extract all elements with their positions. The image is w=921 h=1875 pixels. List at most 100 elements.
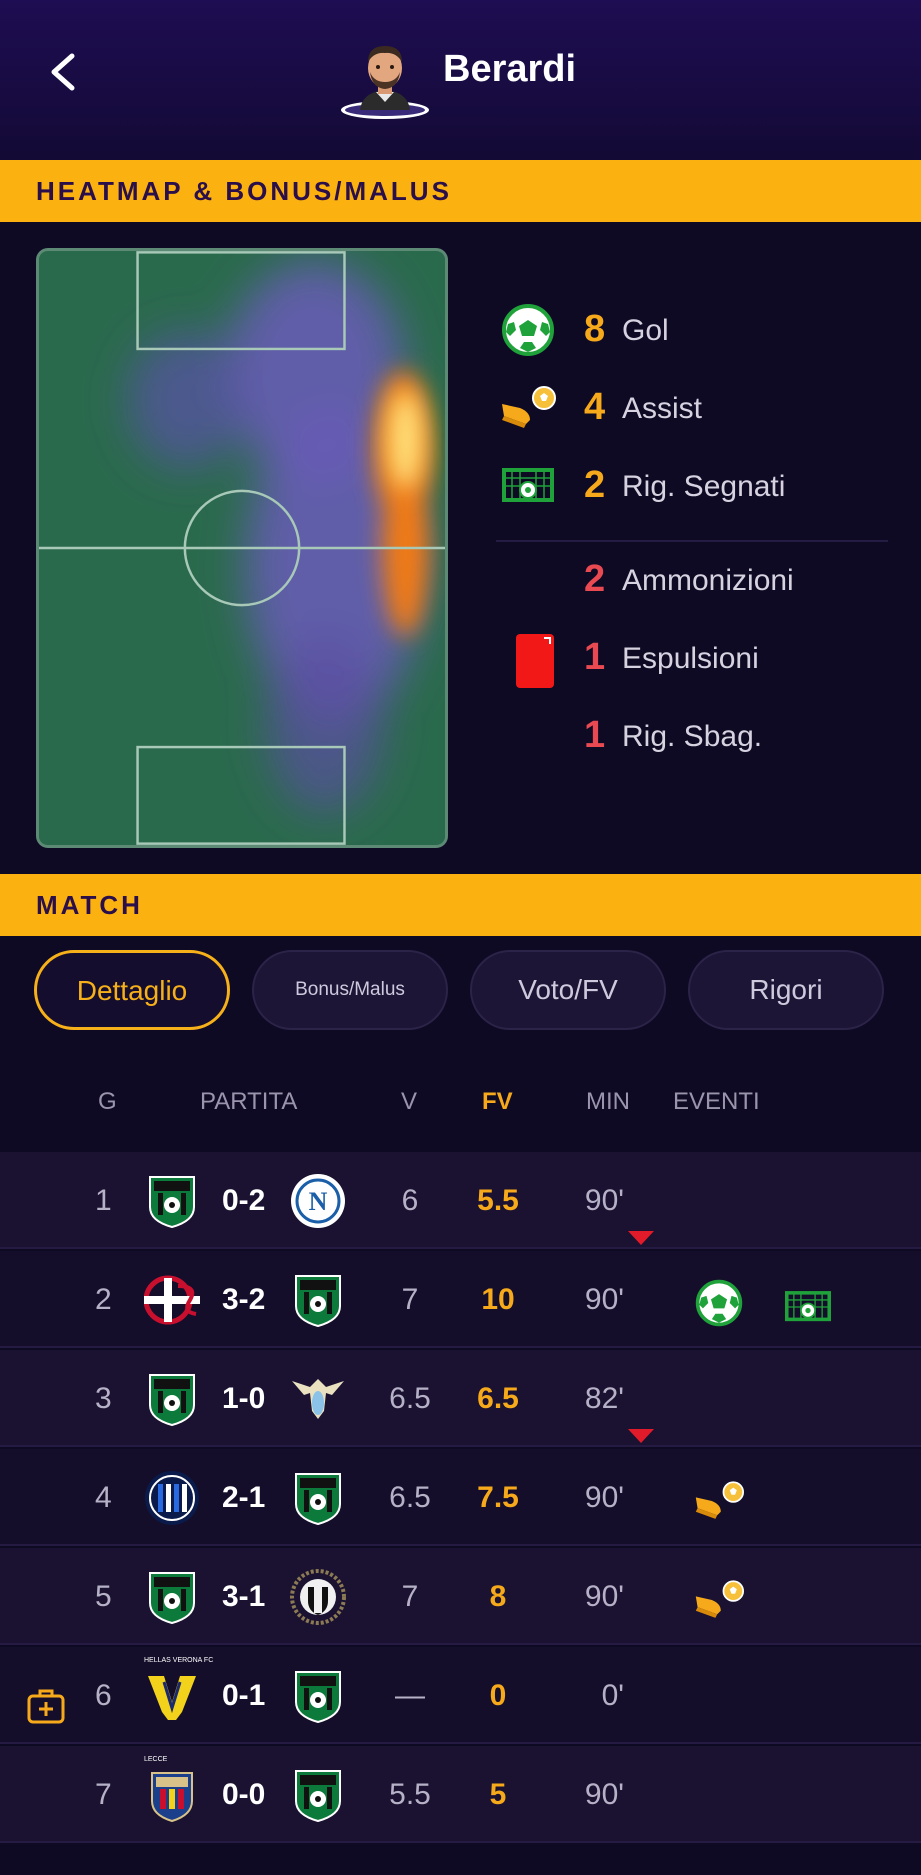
stats-divider (496, 540, 888, 542)
match-row[interactable]: 1 0-2 N 6 5.5 90' (0, 1152, 921, 1249)
penalty-goal-icon (500, 460, 556, 512)
match-score: 0-0 (222, 1778, 266, 1811)
match-row[interactable]: 7 LECCE 0-0 5.5 5 90' (0, 1746, 921, 1843)
stat-label: Rig. Sbag. (622, 720, 763, 753)
away-team-logo (290, 1371, 346, 1427)
tab-voto-fv[interactable]: Voto/FV (470, 950, 666, 1030)
stat-row-rig-segnati: 2 Rig. Segnati (490, 456, 890, 516)
stat-row-assist: 4 Assist (490, 378, 890, 438)
vote: 6 (401, 1184, 419, 1217)
match-day: 2 (95, 1283, 112, 1316)
stat-row-gol: 8 Gol (490, 300, 890, 360)
fanta-vote: 10 (481, 1283, 515, 1316)
tab-rigori[interactable]: Rigori (688, 950, 884, 1030)
match-score: 1-0 (222, 1382, 266, 1415)
home-team-logo (144, 1470, 200, 1526)
col-g: G (98, 1088, 117, 1115)
stat-value: 2 (584, 464, 606, 506)
home-team-logo (143, 1272, 200, 1328)
home-team-logo (144, 1767, 200, 1823)
vote: — (395, 1679, 425, 1712)
chevron-left-icon (51, 53, 75, 91)
assist-boot-icon (500, 382, 556, 434)
home-team-caption: HELLAS VERONA FC (144, 1657, 214, 1664)
stat-label: Espulsioni (622, 642, 759, 675)
match-section-title: MATCH (0, 874, 921, 936)
minutes-played: 90' (584, 1283, 624, 1316)
match-row[interactable]: 3 1-0 6.5 6.5 82' (0, 1350, 921, 1447)
red-card-icon (500, 632, 556, 688)
col-fv: FV (482, 1088, 513, 1115)
fanta-vote: 8 (489, 1580, 507, 1613)
match-row[interactable]: 6 HELLAS VERONA FC 0-1 — 0 0' (0, 1647, 921, 1744)
stat-label: Rig. Segnati (622, 470, 786, 503)
fanta-vote: 0 (489, 1679, 507, 1712)
col-partita: PARTITA (200, 1088, 298, 1115)
home-team-logo (144, 1371, 200, 1427)
match-row[interactable]: 5 3-1 7 8 90' (0, 1548, 921, 1645)
match-score: 3-1 (222, 1580, 266, 1613)
vote: 7 (401, 1580, 419, 1613)
match-row[interactable]: 2 3-2 7 10 90' (0, 1251, 921, 1348)
soccer-ball-icon (694, 1275, 744, 1327)
away-team-logo (290, 1668, 346, 1724)
tab-dettaglio[interactable]: Dettaglio (34, 950, 230, 1030)
vote: 6.5 (389, 1382, 431, 1415)
away-team-logo (290, 1767, 346, 1823)
subbed-off-icon (628, 1194, 654, 1245)
fanta-vote: 7.5 (477, 1481, 519, 1514)
home-team-caption: LECCE (144, 1756, 168, 1763)
stat-row-espulsioni: 1 Espulsioni (490, 628, 890, 688)
minutes-played: 90' (584, 1184, 624, 1217)
match-row[interactable]: 4 2-1 6.5 7.5 90' (0, 1449, 921, 1546)
match-score: 0-2 (222, 1184, 266, 1217)
col-eventi: EVENTI (673, 1088, 760, 1115)
player-name: Berardi (443, 48, 577, 90)
match-tabs: Dettaglio Bonus/Malus Voto/FV Rigori (34, 950, 894, 1032)
away-team-logo: N (290, 1173, 346, 1229)
match-day: 6 (95, 1679, 112, 1712)
medical-kit-icon[interactable] (26, 1673, 66, 1724)
home-team-logo (144, 1668, 200, 1724)
minutes-played: 0' (601, 1679, 624, 1712)
stat-value: 2 (584, 558, 606, 600)
player-avatar (338, 40, 433, 120)
match-day: 7 (95, 1778, 112, 1811)
col-v: V (401, 1088, 418, 1115)
stat-row-ammonizioni: 2 Ammonizioni (490, 550, 890, 610)
col-min: MIN (586, 1088, 630, 1115)
stat-label: Ammonizioni (622, 564, 794, 597)
match-score: 2-1 (222, 1481, 266, 1514)
stat-row-rig-sbagliati: 1 Rig. Sbag. (490, 706, 890, 766)
vote: 5.5 (389, 1778, 431, 1811)
assist-boot-icon (694, 1572, 744, 1622)
stat-value: 1 (584, 636, 606, 678)
table-header: G PARTITA V FV MIN EVENTI (0, 1080, 921, 1124)
heatmap-section-title: HEATMAP & BONUS/MALUS (0, 160, 921, 222)
minutes-played: 90' (584, 1778, 624, 1811)
minutes-played: 90' (584, 1580, 624, 1613)
fanta-vote: 5 (489, 1778, 507, 1811)
match-day: 5 (95, 1580, 112, 1613)
subbed-off-icon (628, 1392, 654, 1443)
stat-value: 4 (584, 386, 606, 428)
stat-label: Gol (622, 314, 669, 347)
svg-text:N: N (309, 1187, 328, 1216)
vote: 7 (401, 1283, 419, 1316)
match-score: 3-2 (222, 1283, 266, 1316)
back-button[interactable] (44, 50, 84, 94)
home-team-logo (144, 1569, 200, 1625)
match-day: 1 (95, 1184, 112, 1217)
away-team-logo (290, 1272, 346, 1328)
stat-value: 8 (584, 308, 606, 350)
app-header: Berardi (0, 0, 921, 160)
soccer-ball-icon (500, 304, 556, 356)
away-team-logo (290, 1569, 346, 1625)
stat-label: Assist (622, 392, 703, 425)
penalty-goal-icon (782, 1277, 834, 1323)
tab-bonus-malus[interactable]: Bonus/Malus (252, 950, 448, 1030)
stat-value: 1 (584, 714, 606, 756)
match-score: 0-1 (222, 1679, 266, 1712)
minutes-played: 82' (584, 1382, 624, 1415)
heatmap-pitch (36, 248, 448, 848)
